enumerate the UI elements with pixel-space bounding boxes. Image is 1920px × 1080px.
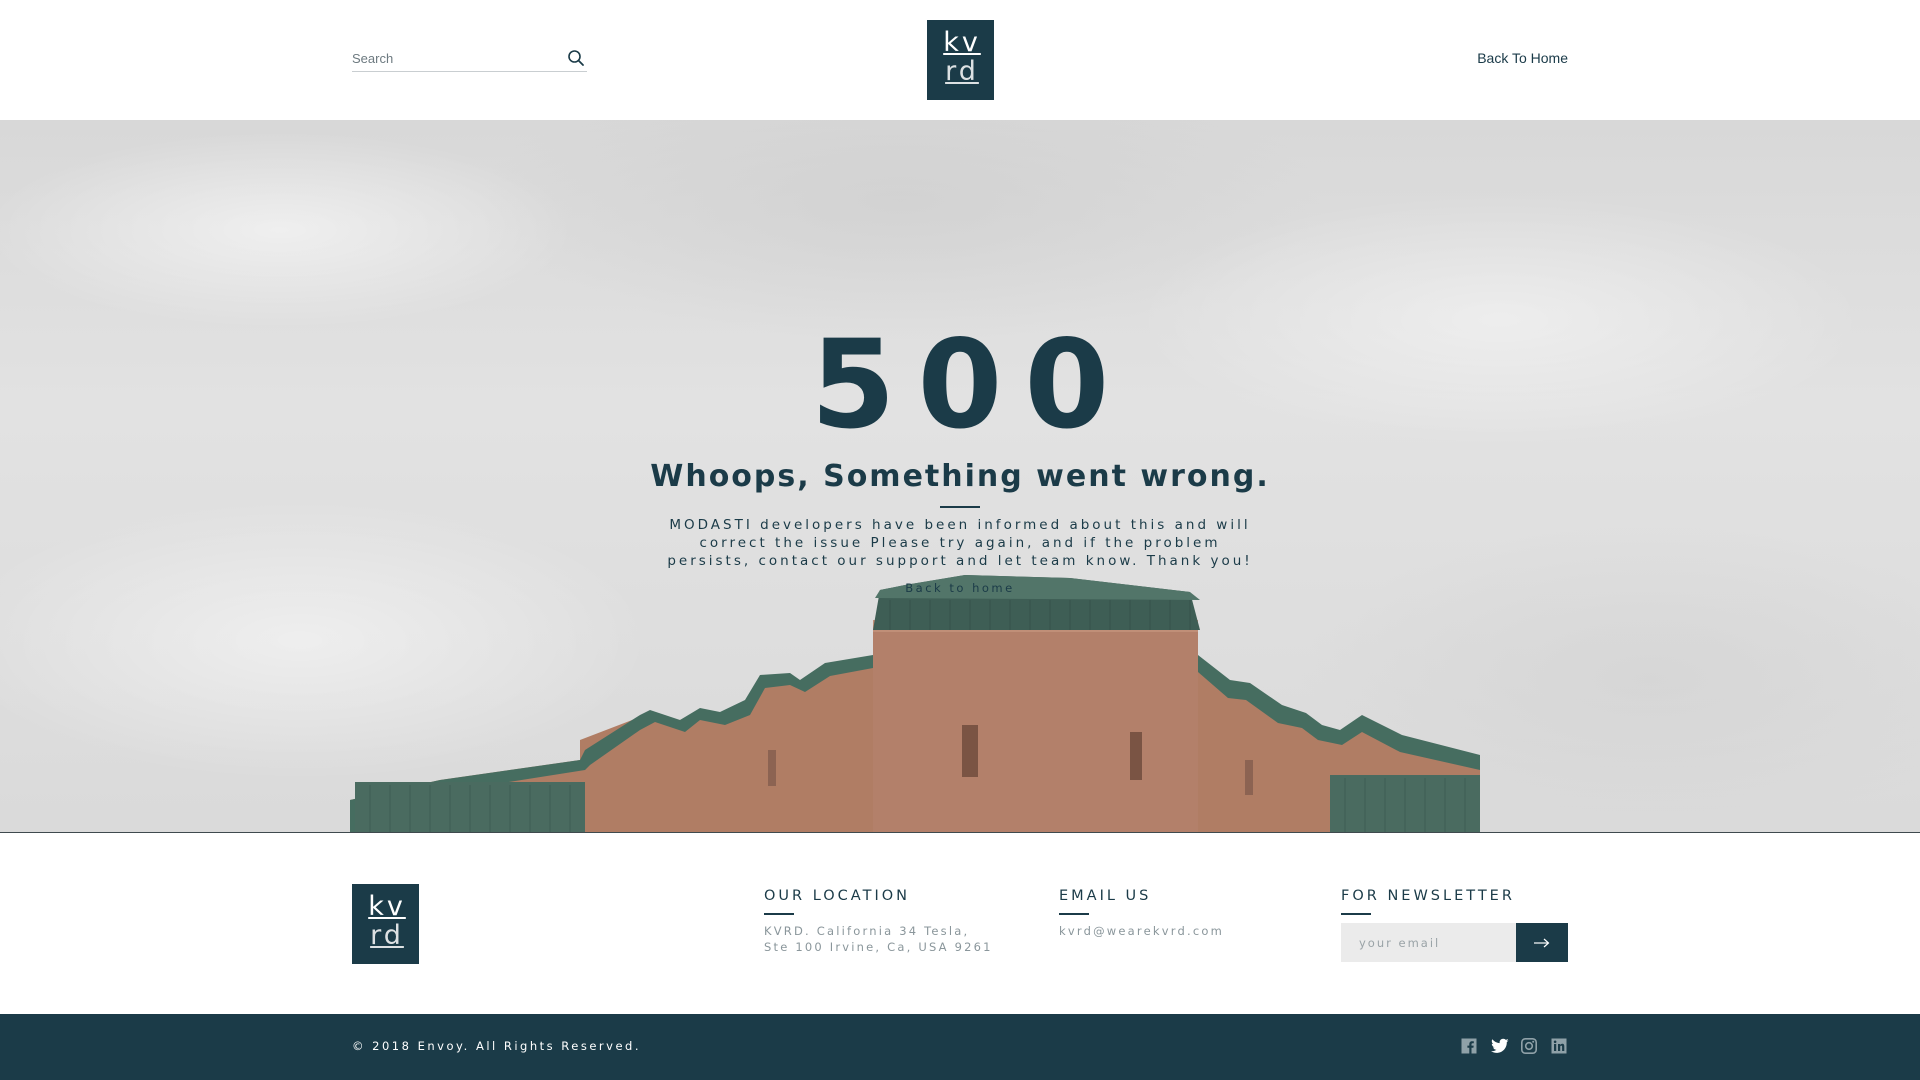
- footer-logo[interactable]: kv rd: [352, 884, 419, 964]
- location-address: KVRD. California 34 Tesla, Ste 100 Irvin…: [764, 923, 993, 955]
- newsletter-divider: [1341, 913, 1371, 915]
- social-links: [1461, 1038, 1568, 1055]
- error-message: MODASTI developers have been informed ab…: [667, 517, 1253, 569]
- twitter-icon[interactable]: [1491, 1038, 1509, 1055]
- address-line-2: Ste 100 Irvine, Ca, USA 9261: [764, 940, 993, 954]
- address-line-1: KVRD. California 34 Tesla,: [764, 924, 970, 938]
- linkedin-icon[interactable]: [1551, 1038, 1568, 1055]
- search-icon[interactable]: [567, 49, 587, 69]
- copyright-text: © 2018 Envoy. All Rights Reserved.: [352, 1039, 641, 1053]
- header-logo[interactable]: kv rd: [927, 20, 994, 100]
- location-divider: [764, 913, 794, 915]
- location-heading: OUR LOCATION: [764, 888, 910, 904]
- email-address[interactable]: kvrd@wearekvrd.com: [1059, 923, 1224, 939]
- back-to-home-link[interactable]: Back To Home: [1430, 50, 1568, 66]
- arrow-right-icon: [1534, 938, 1550, 947]
- newsletter-column: FOR NEWSLETTER: [1341, 888, 1568, 962]
- bottom-bar: © 2018 Envoy. All Rights Reserved.: [0, 1014, 1920, 1080]
- email-column: EMAIL US kvrd@wearekvrd.com: [1059, 888, 1224, 939]
- logo-line-2: rd: [945, 56, 979, 87]
- site-header: kv rd Back To Home: [0, 0, 1920, 120]
- search-bar: [352, 47, 587, 72]
- location-column: OUR LOCATION KVRD. California 34 Tesla, …: [764, 888, 993, 955]
- logo-line-1: kv: [943, 27, 981, 58]
- logo-line-1: kv: [368, 891, 406, 922]
- facebook-icon[interactable]: [1461, 1038, 1478, 1055]
- error-code: 500: [810, 314, 1132, 456]
- email-heading: EMAIL US: [1059, 888, 1152, 904]
- newsletter-email-input[interactable]: [1341, 923, 1516, 962]
- footer: kv rd OUR LOCATION KVRD. California 34 T…: [0, 834, 1920, 1014]
- error-title: Whoops, Something went wrong.: [650, 459, 1270, 494]
- title-divider: [940, 506, 980, 508]
- email-divider: [1059, 913, 1089, 915]
- newsletter-form: [1341, 923, 1568, 962]
- newsletter-heading: FOR NEWSLETTER: [1341, 888, 1515, 904]
- logo-line-2: rd: [370, 920, 404, 951]
- back-to-home-button[interactable]: Back to home: [860, 581, 1060, 595]
- instagram-icon[interactable]: [1521, 1038, 1538, 1055]
- newsletter-submit-button[interactable]: [1516, 923, 1568, 962]
- error-hero: 500 Whoops, Something went wrong. MODAST…: [0, 120, 1920, 833]
- search-input[interactable]: [352, 47, 557, 69]
